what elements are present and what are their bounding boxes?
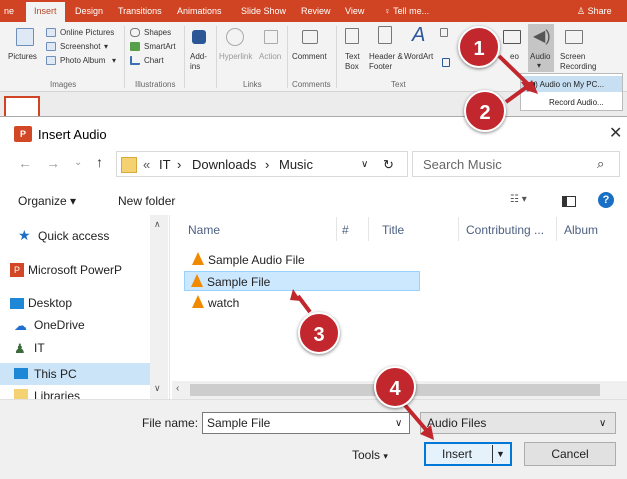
step-badge-1: 1 [458, 26, 500, 68]
step-badge-3: 3 [298, 312, 340, 354]
step-badge-4: 4 [374, 366, 416, 408]
arrow-3 [296, 294, 312, 314]
arrow-2 [504, 84, 530, 104]
step-badge-2: 2 [464, 90, 506, 132]
arrow-4 [402, 402, 430, 434]
annotation-arrows [290, 54, 538, 440]
